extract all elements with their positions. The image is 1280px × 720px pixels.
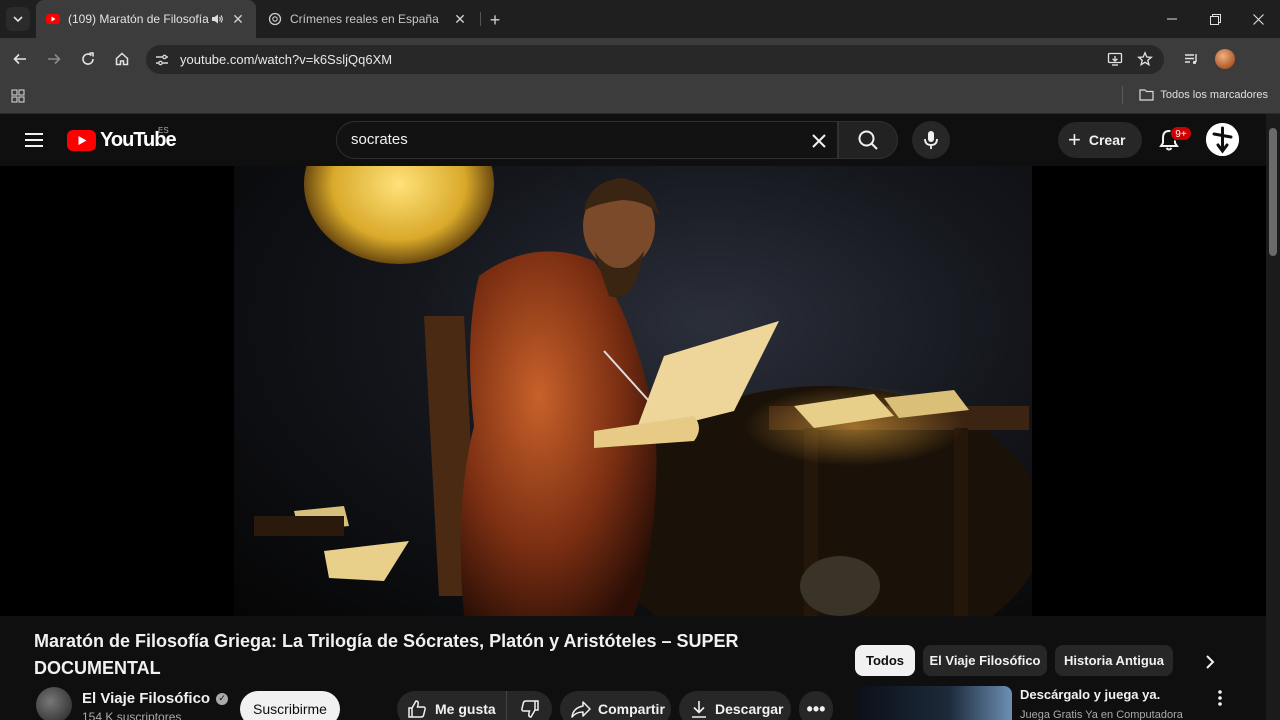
forward-button[interactable] bbox=[42, 47, 66, 71]
tab-title: Crímenes reales en España bbox=[290, 12, 439, 26]
channel-name: El Viaje Filosófico bbox=[82, 690, 211, 707]
subscriber-count: 154 K suscriptores bbox=[82, 710, 182, 720]
chevron-down-icon bbox=[13, 16, 23, 23]
tab-search-button[interactable] bbox=[6, 7, 30, 31]
home-button[interactable] bbox=[110, 47, 134, 71]
chip-el-viaje-filosofico[interactable]: El Viaje Filosófico bbox=[923, 645, 1047, 676]
apps-grid-icon[interactable] bbox=[11, 89, 25, 103]
share-arrow-icon bbox=[571, 701, 591, 718]
close-icon bbox=[1252, 13, 1264, 25]
home-icon bbox=[115, 52, 129, 66]
bookmark-star-button[interactable] bbox=[1133, 47, 1157, 71]
bookmarks-bar: Todos los marcadores bbox=[0, 80, 1280, 114]
install-app-button[interactable] bbox=[1103, 47, 1127, 71]
restore-icon bbox=[1209, 13, 1221, 25]
chevron-right-icon bbox=[1206, 655, 1215, 669]
like-dislike-group: Me gusta bbox=[397, 691, 552, 720]
video-title: Maratón de Filosofía Griega: La Trilogía… bbox=[34, 631, 739, 678]
profile-button[interactable] bbox=[1213, 47, 1237, 71]
more-actions-button[interactable]: ••• bbox=[799, 691, 833, 720]
verified-check-icon: ✓ bbox=[216, 692, 229, 705]
arrow-left-icon bbox=[13, 53, 26, 65]
more-vertical-icon[interactable] bbox=[1210, 688, 1230, 708]
youtube-play-logo-icon bbox=[67, 130, 96, 151]
tab-divider bbox=[480, 12, 481, 26]
share-button[interactable]: Compartir bbox=[560, 691, 671, 720]
new-tab-button[interactable]: + bbox=[484, 9, 506, 31]
all-bookmarks-label: Todos los marcadores bbox=[1160, 88, 1268, 101]
account-avatar[interactable] bbox=[1206, 123, 1239, 156]
like-button[interactable]: Me gusta bbox=[397, 691, 507, 720]
video-player[interactable] bbox=[0, 166, 1266, 616]
chip-todos[interactable]: Todos bbox=[855, 645, 915, 676]
channel-avatar[interactable] bbox=[36, 687, 72, 720]
notifications-badge: 9+ bbox=[1170, 126, 1192, 141]
minimize-icon bbox=[1167, 18, 1177, 20]
tab-youtube[interactable]: (109) Maratón de Filosofía G ✕ bbox=[36, 0, 256, 38]
like-label: Me gusta bbox=[435, 701, 496, 717]
plus-icon: + bbox=[1068, 127, 1081, 152]
download-button[interactable]: Descargar bbox=[679, 691, 791, 720]
video-artwork bbox=[254, 166, 1032, 616]
address-bar[interactable]: youtube.com/watch?v=k6SsljQq6XM bbox=[146, 45, 1164, 74]
youtube-favicon-icon bbox=[46, 14, 60, 24]
site-settings-icon[interactable] bbox=[154, 52, 170, 68]
install-icon bbox=[1107, 52, 1123, 66]
search-button[interactable] bbox=[838, 121, 898, 159]
dislike-button[interactable] bbox=[507, 699, 552, 719]
microphone-icon bbox=[924, 131, 938, 149]
region-code: ES bbox=[158, 126, 169, 135]
folder-icon bbox=[1139, 89, 1154, 101]
ad-thumbnail[interactable] bbox=[856, 686, 1012, 720]
close-window-button[interactable] bbox=[1236, 0, 1280, 38]
close-tab-icon[interactable]: ✕ bbox=[452, 11, 468, 27]
speaker-icon[interactable] bbox=[210, 12, 224, 26]
openai-favicon-icon bbox=[268, 12, 282, 26]
ad-title[interactable]: Descárgalo y juega ya. bbox=[1020, 687, 1160, 702]
restore-button[interactable] bbox=[1193, 0, 1237, 38]
reading-list-button[interactable] bbox=[1179, 47, 1203, 71]
search-query: socrates bbox=[351, 131, 408, 148]
avatar-figure-icon bbox=[1206, 123, 1239, 156]
close-tab-icon[interactable]: ✕ bbox=[230, 11, 246, 27]
tab-title: (109) Maratón de Filosofía G bbox=[68, 12, 210, 26]
voice-search-button[interactable] bbox=[912, 121, 950, 159]
channel-name-link[interactable]: El Viaje Filosófico ✓ bbox=[82, 690, 229, 707]
arrow-right-icon bbox=[48, 53, 61, 65]
search-icon bbox=[858, 130, 878, 150]
reload-button[interactable] bbox=[76, 47, 100, 71]
all-bookmarks-folder[interactable]: Todos los marcadores bbox=[1139, 88, 1268, 101]
media-queue-icon bbox=[1185, 54, 1197, 65]
minimize-button[interactable] bbox=[1150, 0, 1194, 38]
star-icon bbox=[1137, 51, 1153, 67]
menu-icon[interactable] bbox=[22, 128, 46, 152]
chip-historia-antigua[interactable]: Historia Antigua bbox=[1055, 645, 1173, 676]
video-frame[interactable] bbox=[234, 166, 1032, 616]
clear-search-button[interactable] bbox=[805, 127, 833, 155]
address-text: youtube.com/watch?v=k6SsljQq6XM bbox=[180, 52, 393, 67]
close-icon bbox=[812, 134, 826, 148]
search-input[interactable]: socrates bbox=[336, 121, 838, 159]
thumbs-down-icon bbox=[520, 700, 539, 718]
tab-crimenes[interactable]: Crímenes reales en España ✕ bbox=[258, 0, 478, 38]
create-label: Crear bbox=[1088, 132, 1126, 148]
chips-next-button[interactable] bbox=[1196, 648, 1224, 676]
ad-subtitle: Juega Gratis Ya en Computadora bbox=[1020, 709, 1183, 720]
reload-icon bbox=[82, 52, 94, 65]
more-horizontal-icon: ••• bbox=[806, 698, 826, 719]
profile-avatar bbox=[1215, 49, 1235, 69]
bookmarks-separator bbox=[1122, 86, 1123, 104]
subscribe-button[interactable]: Suscribirme bbox=[240, 691, 340, 720]
back-button[interactable] bbox=[8, 47, 32, 71]
thumbs-up-icon bbox=[408, 700, 426, 718]
download-icon bbox=[692, 701, 706, 718]
create-button[interactable]: + Crear bbox=[1058, 122, 1142, 158]
scrollbar-thumb[interactable] bbox=[1269, 128, 1277, 256]
share-label: Compartir bbox=[598, 701, 665, 717]
download-label: Descargar bbox=[715, 701, 784, 717]
